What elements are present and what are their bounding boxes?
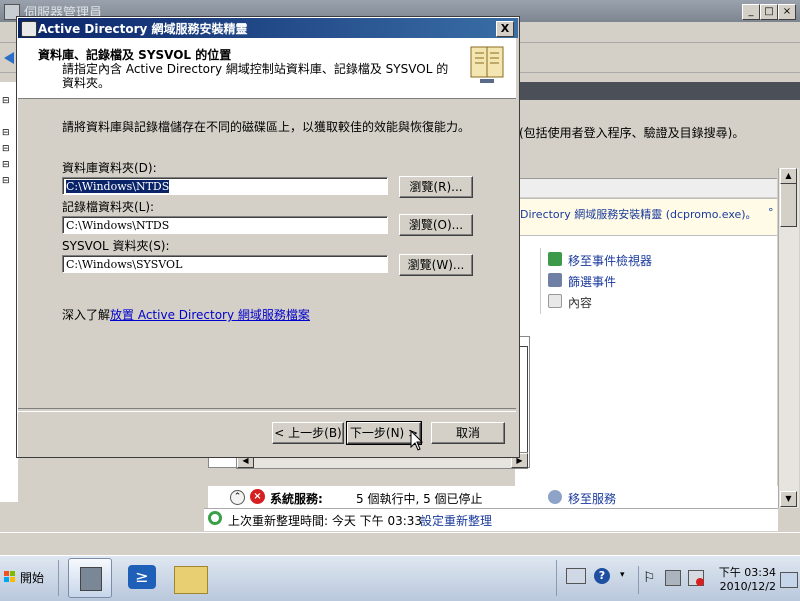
events-section-header [515, 178, 777, 197]
back-button[interactable]: < 上一步(B) [272, 422, 344, 444]
scroll-up-icon[interactable]: ▲ [780, 168, 797, 184]
server-manager-taskbar-button[interactable] [68, 558, 112, 598]
notice-text: Directory 網域服務安裝精靈 (dcpromo.exe)。 [520, 208, 757, 221]
event-viewer-icon [548, 252, 562, 266]
system-services-status: 5 個執行中, 5 個已停止 [356, 492, 483, 506]
wizard-title: Active Directory 網域服務安裝精靈 [38, 22, 248, 36]
sysvol-folder-input[interactable]: C:\Windows\SYSVOL [62, 255, 388, 273]
help-icon[interactable]: ? [594, 568, 610, 584]
windows-logo-icon [4, 571, 15, 582]
book-icon [470, 46, 504, 83]
wizard-page-subtitle: 請指定內含 Active Directory 網域控制站資料庫、記錄檔及 SYS… [62, 62, 449, 90]
clock-date[interactable]: 2010/12/2 [716, 580, 776, 593]
maximize-button[interactable]: □ [760, 4, 778, 20]
action-center-flag-icon[interactable]: ⚐ [643, 570, 656, 586]
sysvol-folder-value: C:\Windows\SYSVOL [66, 258, 183, 271]
filter-icon [548, 273, 562, 287]
tree-expander-icon[interactable]: ⊟ [2, 160, 10, 170]
wizard-intro-text: 請將資料庫與記錄檔儲存在不同的磁碟區上，以獲取較佳的效能與恢復能力。 [62, 120, 471, 134]
action-goto-event-viewer[interactable]: 移至事件檢視器 [568, 252, 652, 269]
tree-expander-icon[interactable]: ⊟ [2, 176, 10, 186]
learn-more-prefix: 深入了解 [62, 308, 111, 322]
sysvol-folder-label: SYSVOL 資料夾(S): [62, 239, 170, 253]
minimize-button[interactable]: _ [742, 4, 760, 20]
database-folder-value: C:\Windows\NTDS [66, 180, 170, 193]
action-filter-events[interactable]: 篩選事件 [568, 273, 616, 290]
start-label: 開始 [20, 571, 45, 585]
scroll-down-icon[interactable]: ▼ [780, 491, 797, 507]
database-folder-label: 資料庫資料夾(D): [62, 161, 157, 175]
wizard-separator [18, 408, 516, 412]
tray-separator [556, 560, 557, 596]
wizard-app-icon [21, 21, 37, 37]
browse-sysvol-button[interactable]: 瀏覽(W)... [399, 254, 473, 276]
close-icon[interactable]: × [778, 4, 796, 20]
powershell-taskbar-button[interactable]: ≥ [122, 558, 164, 596]
database-folder-input[interactable]: C:\Windows\NTDS [62, 177, 388, 195]
role-description: (包括使用者登入程序、驗證及目錄搜尋)。 [519, 126, 745, 140]
refresh-icon [208, 511, 222, 525]
system-services-label: 系統服務: [270, 492, 323, 506]
explorer-taskbar-button[interactable] [170, 558, 212, 596]
mouse-cursor-icon [410, 430, 424, 451]
bottom-status-strip [0, 532, 800, 551]
notice-bullet-icon: ° [768, 206, 774, 219]
taskbar-separator [58, 560, 59, 596]
tray-options-icon[interactable]: ▾ [620, 570, 625, 580]
show-desktop-button[interactable] [780, 572, 798, 588]
wizard-close-button[interactable]: X [496, 21, 514, 37]
server-manager-icon [80, 567, 102, 591]
collapse-icon[interactable]: ⌃ [230, 490, 245, 505]
powershell-icon: ≥ [128, 565, 156, 589]
tree-expander-icon[interactable]: ⊟ [2, 128, 10, 138]
volume-muted-badge-icon [696, 578, 704, 586]
tree-expander-icon[interactable]: ⊟ [2, 144, 10, 154]
explorer-folder-icon [174, 566, 208, 594]
tray-separator [638, 566, 639, 594]
services-gear-icon [548, 490, 562, 504]
clock-time[interactable]: 下午 03:34 [716, 564, 776, 580]
last-refresh-text: 上次重新整理時間: 今天 下午 03:33 [228, 514, 423, 528]
learn-more-line: 深入了解放置 Active Directory 網域服務檔案 [62, 306, 310, 323]
cancel-button[interactable]: 取消 [431, 422, 505, 444]
keyboard-icon[interactable] [566, 568, 586, 584]
learn-more-link[interactable]: 放置 Active Directory 網域服務檔案 [110, 308, 310, 322]
tree-expander-icon[interactable]: ⊟ [2, 96, 10, 106]
content-header-bar [520, 82, 800, 100]
browse-database-button[interactable]: 瀏覽(R)... [399, 176, 473, 198]
properties-icon [548, 294, 562, 308]
action-properties[interactable]: 內容 [568, 294, 592, 311]
logs-folder-label: 記錄檔資料夾(L): [62, 200, 155, 214]
logs-folder-value: C:\Windows\NTDS [66, 219, 170, 232]
error-icon: × [250, 489, 265, 504]
action-goto-services[interactable]: 移至服務 [568, 490, 616, 507]
browse-logs-button[interactable]: 瀏覽(O)... [399, 214, 473, 236]
logs-folder-input[interactable]: C:\Windows\NTDS [62, 216, 388, 234]
scroll-thumb[interactable] [780, 183, 797, 227]
network-icon[interactable] [665, 570, 681, 586]
configure-refresh-link[interactable]: 設定重新整理 [420, 512, 492, 529]
wizard-page-title: 資料庫、記錄檔及 SYSVOL 的位置 [38, 48, 232, 62]
